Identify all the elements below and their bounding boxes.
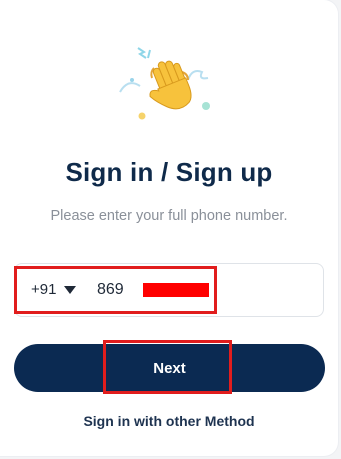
country-code-select[interactable]: +91 — [31, 264, 56, 316]
signin-card: Sign in / Sign up Please enter your full… — [0, 0, 338, 456]
waving-hand-icon — [119, 47, 210, 120]
redaction-mark — [143, 283, 209, 297]
next-button[interactable]: Next — [14, 344, 325, 392]
chevron-down-icon[interactable] — [64, 286, 76, 294]
page-title: Sign in / Sign up — [65, 157, 273, 187]
page-subtitle: Please enter your full phone number. — [50, 208, 288, 224]
phone-field: +91 — [14, 263, 324, 317]
other-method-link[interactable]: Sign in with other Method — [0, 413, 338, 429]
